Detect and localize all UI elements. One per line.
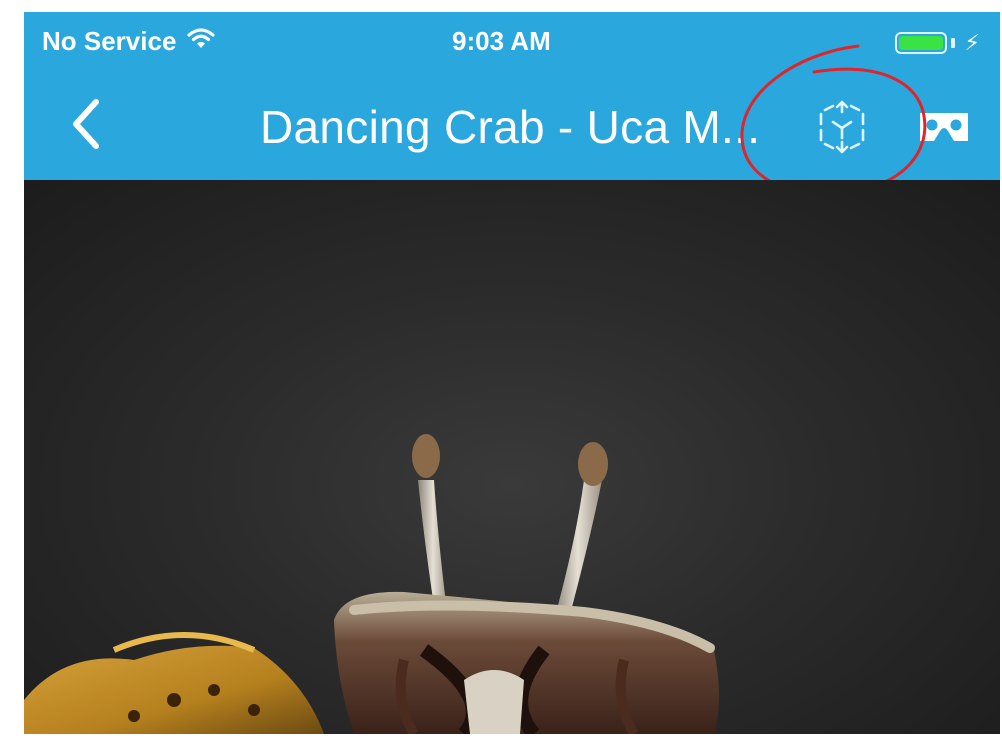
app-screen: No Service 9:03 AM ⚡︎ Dancing Crab - Uca… <box>24 12 1000 734</box>
vr-mode-button[interactable] <box>904 92 984 162</box>
battery-icon <box>894 32 947 54</box>
ar-view-button[interactable] <box>794 88 890 166</box>
ar-cube-icon <box>819 100 865 154</box>
model-viewer[interactable] <box>24 180 1000 734</box>
wifi-icon <box>186 26 216 57</box>
clock: 9:03 AM <box>452 26 551 56</box>
status-bar: No Service 9:03 AM ⚡︎ <box>24 12 1000 70</box>
app-bar: No Service 9:03 AM ⚡︎ Dancing Crab - Uca… <box>24 12 1000 180</box>
carrier-info: No Service <box>42 26 216 57</box>
charging-bolt-icon: ⚡︎ <box>964 30 980 55</box>
carrier-label: No Service <box>42 26 177 56</box>
battery-indicator: ⚡︎ <box>894 30 980 56</box>
back-button[interactable] <box>50 84 120 164</box>
chevron-left-icon <box>73 99 99 149</box>
crab-model <box>24 434 719 734</box>
vr-headset-icon <box>920 113 968 141</box>
navigation-bar: Dancing Crab - Uca M... <box>24 70 1000 180</box>
page-title: Dancing Crab - Uca M... <box>260 101 761 153</box>
battery-nub <box>950 38 955 48</box>
